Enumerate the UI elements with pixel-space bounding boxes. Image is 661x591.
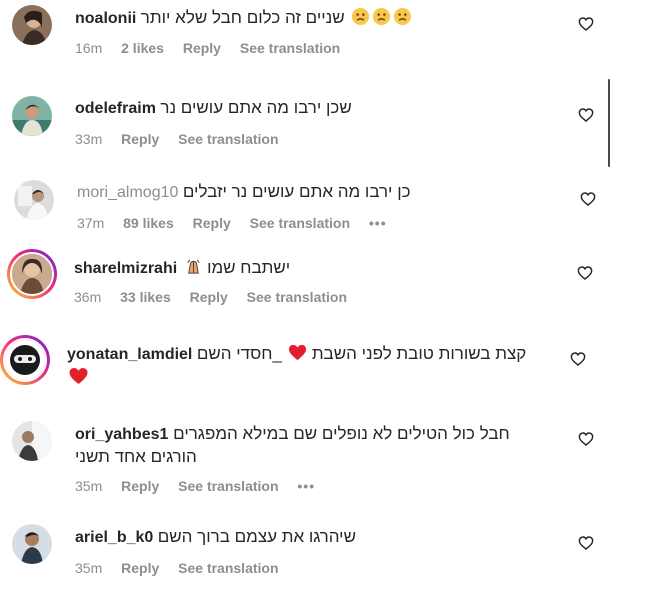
- heart-outline-icon[interactable]: [578, 535, 594, 551]
- timestamp: 33m: [75, 131, 103, 147]
- sad-face-emoji: [391, 7, 412, 27]
- username[interactable]: noalonii: [75, 10, 136, 27]
- username[interactable]: odelefraim: [75, 100, 156, 117]
- heart-outline-icon[interactable]: [570, 351, 586, 367]
- praying-hands-emoji: [182, 259, 203, 277]
- see-translation-button[interactable]: See translation: [178, 478, 278, 494]
- comment-meta: 36m 33 likes Reply See translation: [74, 288, 362, 306]
- reply-button[interactable]: Reply: [190, 289, 228, 305]
- reply-button[interactable]: Reply: [183, 40, 221, 56]
- comment-text: כן ירבו מה אתם עושים נר יזבלים: [182, 182, 411, 201]
- comment-line: ori_yahbes1 חבל כול הטילים לא נופלים שם …: [75, 423, 545, 468]
- comment-text: ישתבח שמו: [207, 258, 291, 277]
- username[interactable]: ori_yahbes1: [75, 426, 168, 443]
- comment-text: שניים זה כלום חבל שלא יותר: [140, 8, 345, 27]
- heart-outline-icon[interactable]: [578, 431, 594, 447]
- avatar[interactable]: [12, 524, 52, 564]
- comment-meta: 35m Reply See translation •••: [75, 477, 330, 495]
- reply-button[interactable]: Reply: [121, 131, 159, 147]
- sad-face-emoji: [349, 7, 370, 27]
- heart-outline-icon[interactable]: [578, 16, 594, 32]
- heart-outline-icon[interactable]: [578, 107, 594, 123]
- comment-line: yonatan_lamdiel _חסדי השם קצת בשורות טוב…: [67, 343, 526, 365]
- likes-count[interactable]: 33 likes: [120, 289, 171, 305]
- comment-line: mori_almog10 כן ירבו מה אתם עושים נר יזב…: [77, 182, 411, 203]
- sad-face-emoji: [370, 7, 391, 27]
- username[interactable]: sharelmizrahi: [74, 260, 177, 277]
- see-translation-button[interactable]: See translation: [250, 215, 350, 231]
- see-translation-button[interactable]: See translation: [240, 40, 340, 56]
- scrollbar[interactable]: [608, 79, 610, 167]
- avatar-story-ring[interactable]: [0, 335, 50, 385]
- timestamp: 35m: [75, 560, 103, 576]
- comment-line: noalonii שניים זה כלום חבל שלא יותר: [75, 7, 412, 29]
- avatar[interactable]: [12, 5, 52, 45]
- see-translation-button[interactable]: See translation: [247, 289, 347, 305]
- comment-line: odelefraim שכן ירבו מה אתם עושים נר: [75, 98, 352, 119]
- avatar[interactable]: [12, 96, 52, 136]
- more-dots-icon[interactable]: •••: [297, 478, 315, 494]
- avatar[interactable]: [14, 180, 54, 220]
- username[interactable]: mori_almog10: [77, 184, 178, 201]
- see-translation-button[interactable]: See translation: [178, 560, 278, 576]
- comment-meta: 16m 2 likes Reply See translation: [75, 39, 355, 57]
- comment-meta: 33m Reply See translation: [75, 130, 294, 148]
- see-translation-button[interactable]: See translation: [178, 131, 278, 147]
- heart-outline-icon[interactable]: [580, 191, 596, 207]
- username[interactable]: yonatan_lamdiel: [67, 346, 192, 363]
- reply-button[interactable]: Reply: [121, 560, 159, 576]
- heart-outline-icon[interactable]: [577, 265, 593, 281]
- comment-meta: 37m 89 likes Reply See translation •••: [77, 214, 402, 232]
- reply-button[interactable]: Reply: [193, 215, 231, 231]
- likes-count[interactable]: 89 likes: [123, 215, 174, 231]
- comment-meta: 35m Reply See translation: [75, 559, 294, 577]
- avatar-story-ring[interactable]: [7, 249, 57, 299]
- more-dots-icon[interactable]: •••: [369, 215, 387, 231]
- avatar[interactable]: [12, 421, 52, 461]
- red-heart-emoji: [68, 366, 89, 391]
- reply-button[interactable]: Reply: [121, 478, 159, 494]
- likes-count[interactable]: 2 likes: [121, 40, 164, 56]
- red-heart-emoji: [286, 344, 307, 363]
- comment-line: sharelmizrahi ישתבח שמו: [74, 257, 290, 279]
- comment-text: שיהרגו את עצמם ברוך השם: [157, 527, 356, 546]
- timestamp: 16m: [75, 40, 103, 56]
- comment-text: _חסדי השם: [196, 344, 282, 363]
- timestamp: 37m: [77, 215, 105, 231]
- comment-line: ariel_b_k0 שיהרגו את עצמם ברוך השם: [75, 527, 356, 548]
- timestamp: 35m: [75, 478, 103, 494]
- username[interactable]: ariel_b_k0: [75, 529, 153, 546]
- timestamp: 36m: [74, 289, 102, 305]
- comment-text: קצת בשורות טובת לפני השבת: [311, 344, 527, 363]
- comment-text: שכן ירבו מה אתם עושים נר: [160, 98, 352, 117]
